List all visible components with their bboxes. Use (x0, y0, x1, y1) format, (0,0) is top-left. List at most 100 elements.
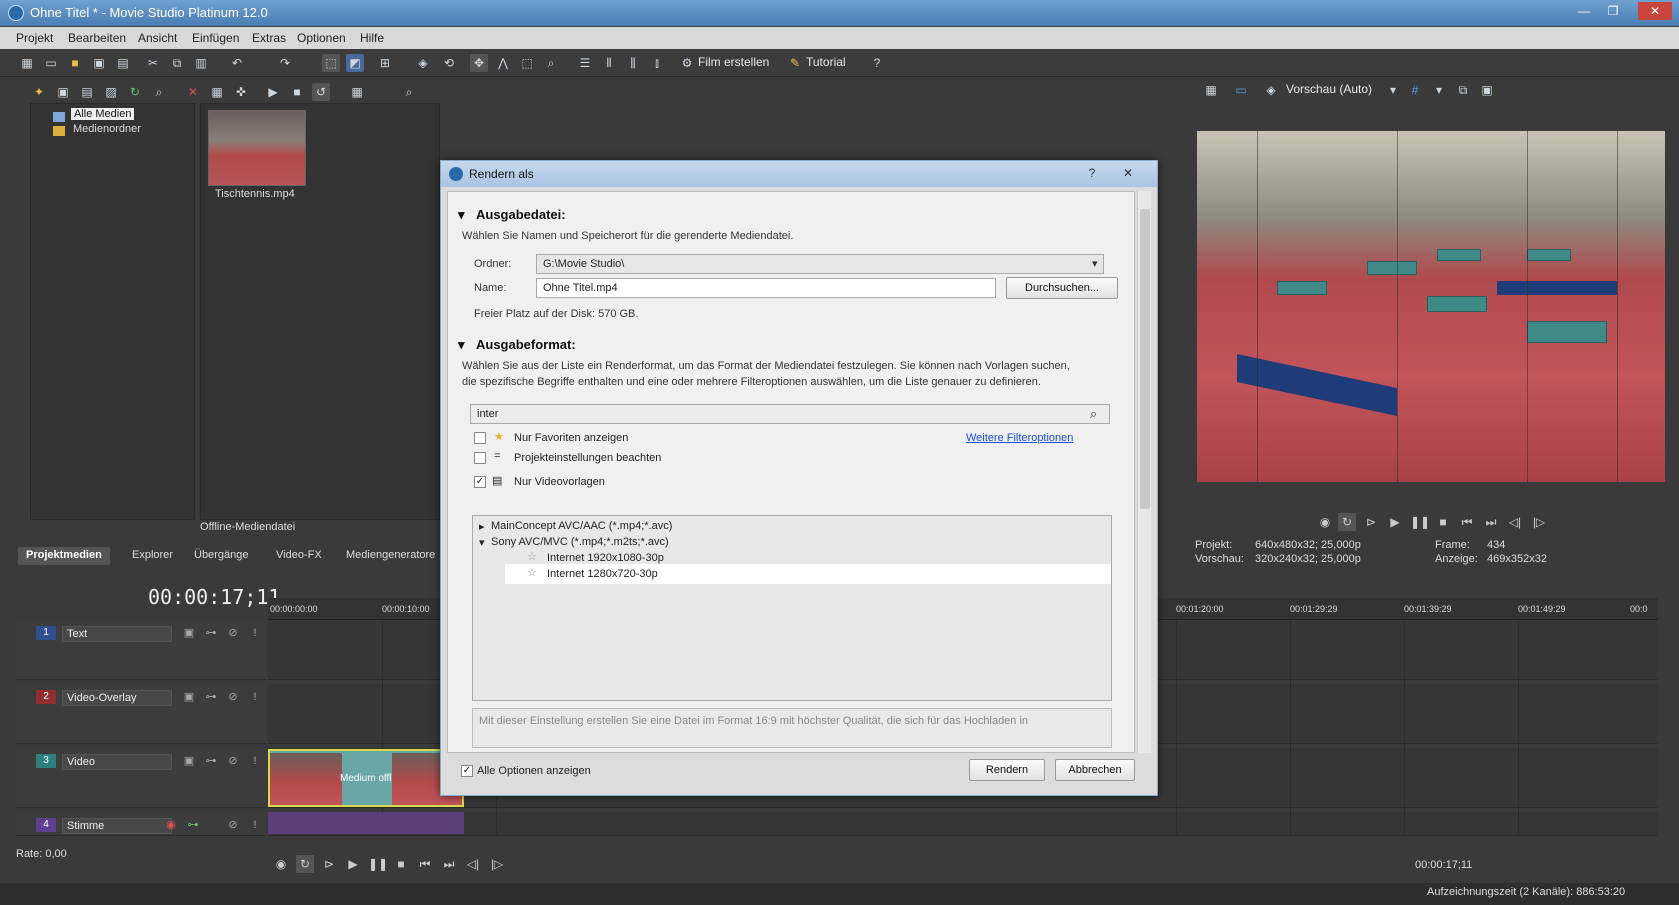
tree-item-alle-medien[interactable]: Alle Medien (71, 108, 135, 120)
tab-mediengeneratoren[interactable]: Mediengeneratore (338, 547, 443, 565)
help-pointer-icon[interactable]: ? (868, 54, 886, 72)
refresh-icon[interactable]: ↻ (126, 83, 144, 101)
record-arm-icon[interactable]: ◉ (164, 818, 178, 832)
stop-preview-icon[interactable]: ■ (288, 83, 306, 101)
audio-clip[interactable] (268, 812, 464, 834)
menu-bearbeiten[interactable]: Bearbeiten (68, 31, 126, 45)
cut-icon[interactable]: ✂ (144, 54, 162, 72)
track-solo-icon[interactable]: ! (248, 626, 262, 640)
go-to-start-icon[interactable]: ⏮ (416, 855, 434, 873)
film-erstellen-button[interactable]: Film erstellen (698, 55, 769, 69)
track-solo-icon[interactable]: ! (248, 754, 262, 768)
lock-envelopes-icon[interactable]: ◈ (414, 54, 432, 72)
open-folder-icon[interactable]: ■ (66, 54, 84, 72)
overlays-dropdown-icon[interactable]: ▾ (1430, 81, 1448, 99)
envelope-tool-icon[interactable]: ⋀ (494, 54, 512, 72)
tab-uebergaenge[interactable]: Übergänge (186, 547, 256, 565)
track-motion-icon[interactable]: ▣ (182, 626, 196, 640)
track-mute-icon[interactable]: ⊘ (226, 818, 240, 832)
menu-extras[interactable]: Extras (252, 31, 286, 45)
play-preview-icon[interactable]: ▶ (264, 83, 282, 101)
dropdown-icon[interactable]: ▾ (1384, 81, 1402, 99)
tab-video-fx[interactable]: Video-FX (268, 547, 330, 565)
undo-icon[interactable]: ↶ (228, 54, 246, 72)
folder-select[interactable]: G:\Movie Studio\ (536, 254, 1104, 274)
menu-einfuegen[interactable]: Einfügen (192, 31, 239, 45)
scrollbar-thumb[interactable] (1140, 209, 1150, 509)
prev-frame-icon[interactable]: ◁| (1506, 513, 1524, 531)
search-media-icon[interactable]: ⌕ (150, 83, 168, 101)
track-motion-icon[interactable]: ▣ (182, 754, 196, 768)
track-header-stimme[interactable]: 4 Stimme ◉ ⊶ ⊘ ! (16, 812, 266, 836)
play-from-start-icon[interactable]: ⊳ (1362, 513, 1380, 531)
format-group-sony[interactable]: Sony AVC/MVC (*.mp4;*.m2ts;*.avc) (491, 536, 669, 548)
save-icon[interactable]: ▣ (90, 54, 108, 72)
snap-icon[interactable]: ⊞ (376, 54, 394, 72)
favorites-checkbox[interactable] (474, 432, 486, 444)
track-solo-icon[interactable]: ! (248, 690, 262, 704)
track-mute-icon[interactable]: ⊘ (226, 754, 240, 768)
tab-projektmedien[interactable]: Projektmedien (18, 547, 110, 565)
marker-icon[interactable]: ⫾ (648, 54, 666, 72)
collapse-icon[interactable]: ▾ (479, 536, 485, 549)
help-button[interactable]: ? (1077, 164, 1107, 182)
dialog-scrollbar[interactable] (1137, 191, 1151, 753)
search-icon[interactable]: ⌕ (1090, 406, 1097, 422)
edit-tool-icon[interactable]: ✥ (470, 54, 488, 72)
overlays-icon[interactable]: # (1406, 81, 1424, 99)
search-icon[interactable]: ⌕ (400, 83, 418, 101)
preview-properties-icon[interactable]: ▦ (1202, 81, 1220, 99)
preview-mode-select[interactable]: Vorschau (Auto) (1286, 82, 1372, 96)
stop-icon[interactable]: ■ (392, 855, 410, 873)
zoom-tool-icon[interactable]: ⌕ (542, 54, 560, 72)
star-outline-icon[interactable]: ☆ (527, 566, 537, 579)
media-fx-icon[interactable]: ✜ (232, 83, 250, 101)
save-snapshot-icon[interactable]: ▣ (1478, 81, 1496, 99)
track-fx-icon[interactable]: ⊶ (204, 626, 218, 640)
media-properties-icon[interactable]: ▦ (208, 83, 226, 101)
track-lane-stimme[interactable] (268, 812, 1658, 836)
loop-icon[interactable]: ↻ (296, 855, 314, 873)
tutorial-icon[interactable]: ✎ (786, 54, 804, 72)
remove-icon[interactable]: ✕ (184, 83, 202, 101)
format-group-mainconcept[interactable]: MainConcept AVC/AAC (*.mp4;*.avc) (491, 520, 672, 532)
track-list-icon[interactable]: ☰ (576, 54, 594, 72)
properties-icon[interactable]: ▤ (114, 54, 132, 72)
dialog-close-button[interactable]: ✕ (1113, 164, 1143, 182)
expand-icon[interactable]: ▸ (479, 520, 485, 533)
film-icon[interactable]: ⚙ (678, 54, 696, 72)
go-to-end-icon[interactable]: ⏭ (440, 855, 458, 873)
stop-icon[interactable]: ■ (1434, 513, 1452, 531)
new-project-icon[interactable]: ▦ (18, 54, 36, 72)
tab-explorer[interactable]: Explorer (124, 547, 181, 565)
more-filters-link[interactable]: Weitere Filteroptionen (966, 432, 1073, 444)
pause-icon[interactable]: ❚❚ (368, 855, 388, 873)
track-mute-icon[interactable]: ⊘ (226, 626, 240, 640)
external-monitor-icon[interactable]: ▭ (1232, 81, 1250, 99)
next-frame-icon[interactable]: |▷ (488, 855, 506, 873)
views-icon[interactable]: ▦ (348, 83, 366, 101)
menu-optionen[interactable]: Optionen (297, 31, 346, 45)
play-from-start-icon[interactable]: ⊳ (320, 855, 338, 873)
close-button[interactable]: ✕ (1638, 2, 1672, 20)
auto-preview-icon[interactable]: ↺ (312, 83, 330, 101)
track-name[interactable]: Text (62, 626, 172, 642)
split-icon[interactable]: ⫴ (600, 54, 618, 72)
star-outline-icon[interactable]: ☆ (527, 550, 537, 563)
track-header-video-overlay[interactable]: 2 Video-Overlay ▣ ⊶ ⊘ ! (16, 684, 266, 744)
menu-hilfe[interactable]: Hilfe (360, 31, 384, 45)
selection-tool-icon[interactable]: ⬚ (518, 54, 536, 72)
collapse-icon[interactable]: ▾ (458, 207, 465, 223)
paste-icon[interactable]: ▥ (192, 54, 210, 72)
video-clip[interactable]: Medium offline (268, 749, 464, 807)
go-to-end-icon[interactable]: ⏭ (1482, 513, 1500, 531)
next-frame-icon[interactable]: |▷ (1530, 513, 1548, 531)
play-icon[interactable]: ▶ (344, 855, 362, 873)
minimize-button[interactable]: — (1571, 2, 1597, 20)
chevron-down-icon[interactable]: ▾ (1092, 256, 1098, 272)
capture-icon[interactable]: ▣ (54, 83, 72, 101)
track-fx-icon[interactable]: ⊶ (204, 690, 218, 704)
go-to-start-icon[interactable]: ⏮ (1458, 513, 1476, 531)
get-media-icon[interactable]: ▤ (78, 83, 96, 101)
normal-edit-tool-icon[interactable]: ⬚ (322, 54, 340, 72)
